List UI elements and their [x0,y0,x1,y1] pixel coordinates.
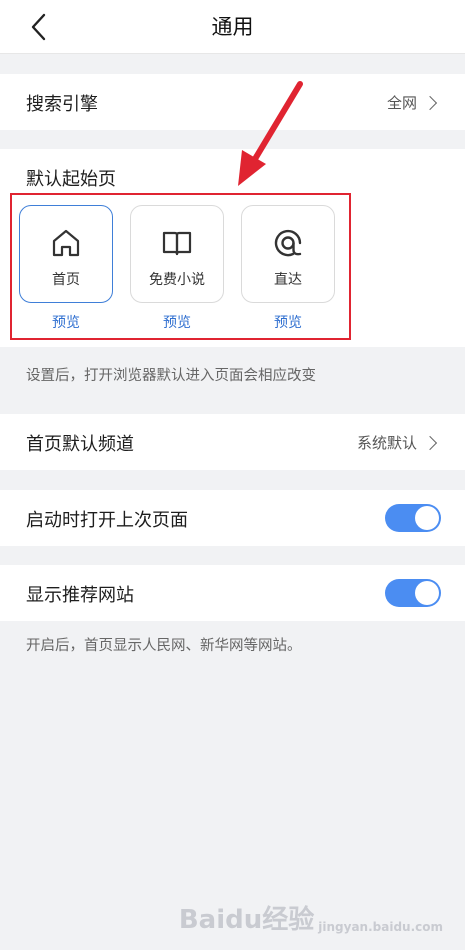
start-page-note: 设置后，打开浏览器默认进入页面会相应改变 [26,368,316,384]
default-start-page-section: 默认起始页 首页 预览 免费小说 预览 直达 预览 [0,149,465,347]
home-icon [52,229,80,257]
home-channel-value-text: 系统默认 [356,434,417,452]
recommended-sites-row: 显示推荐网站 [0,565,465,621]
recommended-sites-label: 显示推荐网站 [26,585,134,606]
preview-link-home[interactable]: 预览 [19,312,113,332]
chevron-right-icon [422,95,438,110]
start-option-label: 免费小说 [149,272,205,288]
start-option-label: 直达 [274,272,302,288]
search-engine-value: 全网 [386,92,438,113]
direct-icon [274,229,302,257]
red-arrow-annotation [238,81,303,186]
watermark-main: Baidu经验 [178,905,315,935]
top-bar: 通用 [0,0,465,54]
default-start-page-label: 默认起始页 [26,169,116,190]
home-channel-value: 系统默认 [356,432,438,453]
open-last-page-label: 启动时打开上次页面 [26,510,188,531]
home-channel-label: 首页默认频道 [26,434,134,455]
back-button[interactable] [22,10,56,44]
baidu-watermark: Baidu经验 jingyan.baidu.com [179,899,443,936]
open-last-page-toggle[interactable] [385,504,441,532]
open-last-page-row: 启动时打开上次页面 [0,490,465,546]
chevron-left-icon [31,13,46,41]
preview-link-direct[interactable]: 预览 [241,312,335,332]
page-title: 通用 [211,15,254,39]
search-engine-row[interactable]: 搜索引擎 全网 [0,74,465,130]
toggle-knob [415,581,439,605]
start-option-label: 首页 [52,272,80,288]
start-option-home[interactable]: 首页 [19,205,113,303]
toggle-knob [415,506,439,530]
start-option-direct[interactable]: 直达 [241,205,335,303]
search-engine-value-text: 全网 [386,94,417,112]
search-engine-label: 搜索引擎 [26,94,98,115]
recommended-sites-toggle[interactable] [385,579,441,607]
preview-link-free-novel[interactable]: 预览 [130,312,224,332]
watermark-sub: jingyan.baidu.com [318,920,443,934]
book-icon [162,231,192,256]
settings-page: 通用 搜索引擎 全网 默认起始页 首页 预览 免费小说 预览 直达 预览 设置后… [0,0,465,950]
start-option-free-novel[interactable]: 免费小说 [130,205,224,303]
chevron-right-icon [422,435,438,450]
home-channel-row[interactable]: 首页默认频道 系统默认 [0,414,465,470]
recommended-sites-note: 开启后，首页显示人民网、新华网等网站。 [26,638,302,654]
